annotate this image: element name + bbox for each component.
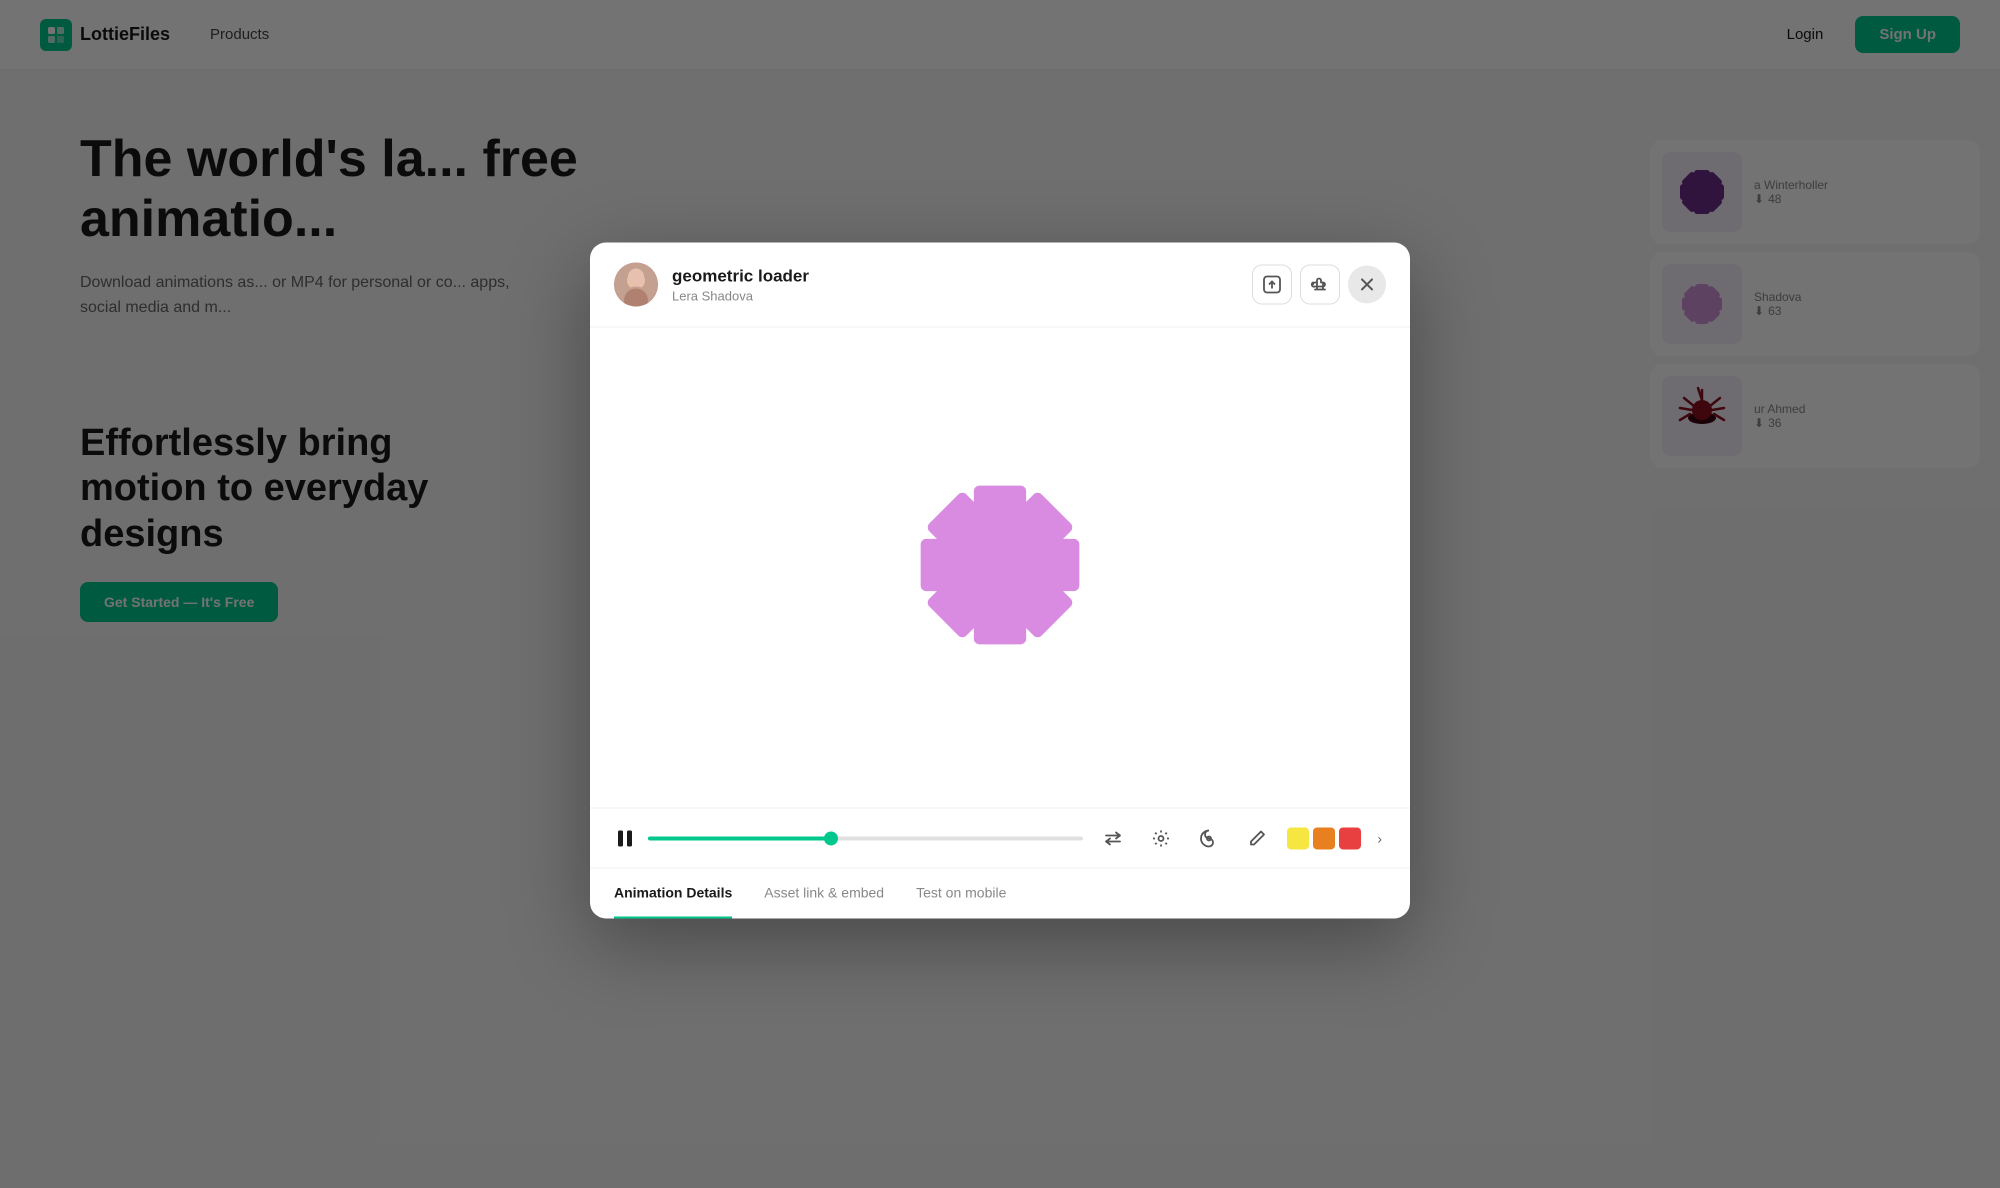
modal-header-actions bbox=[1252, 264, 1386, 304]
like-button[interactable] bbox=[1300, 264, 1340, 304]
modal-tabs: Animation Details Asset link & embed Tes… bbox=[590, 867, 1410, 918]
color-swatch-yellow[interactable] bbox=[1287, 827, 1309, 849]
color-palette bbox=[1287, 827, 1361, 849]
modal: geometric loader Lera Shadova bbox=[590, 242, 1410, 918]
animation-canvas bbox=[590, 327, 1410, 807]
progress-bar[interactable] bbox=[648, 828, 1083, 848]
tab-test-mobile[interactable]: Test on mobile bbox=[916, 868, 1006, 918]
edit-button[interactable] bbox=[1239, 820, 1275, 856]
close-button[interactable] bbox=[1348, 265, 1386, 303]
pause-button[interactable] bbox=[614, 827, 636, 849]
modal-header: geometric loader Lera Shadova bbox=[590, 242, 1410, 327]
color-swatch-orange[interactable] bbox=[1313, 827, 1335, 849]
progress-thumb[interactable] bbox=[824, 831, 838, 845]
settings-button[interactable] bbox=[1143, 820, 1179, 856]
color-button[interactable] bbox=[1191, 820, 1227, 856]
avatar-image bbox=[614, 262, 658, 306]
upload-button[interactable] bbox=[1252, 264, 1292, 304]
progress-fill bbox=[648, 836, 831, 840]
animation-title: geometric loader bbox=[672, 266, 1238, 286]
repeat-button[interactable] bbox=[1095, 820, 1131, 856]
color-expand-button[interactable]: › bbox=[1373, 830, 1386, 846]
geometric-loader-animation bbox=[860, 425, 1140, 710]
playback-controls: › bbox=[590, 807, 1410, 867]
tab-animation-details[interactable]: Animation Details bbox=[614, 868, 732, 918]
avatar bbox=[614, 262, 658, 306]
color-swatch-red[interactable] bbox=[1339, 827, 1361, 849]
author-name: Lera Shadova bbox=[672, 288, 1238, 303]
author-info: geometric loader Lera Shadova bbox=[672, 266, 1238, 303]
tab-asset-link[interactable]: Asset link & embed bbox=[764, 868, 884, 918]
progress-track bbox=[648, 836, 1083, 840]
